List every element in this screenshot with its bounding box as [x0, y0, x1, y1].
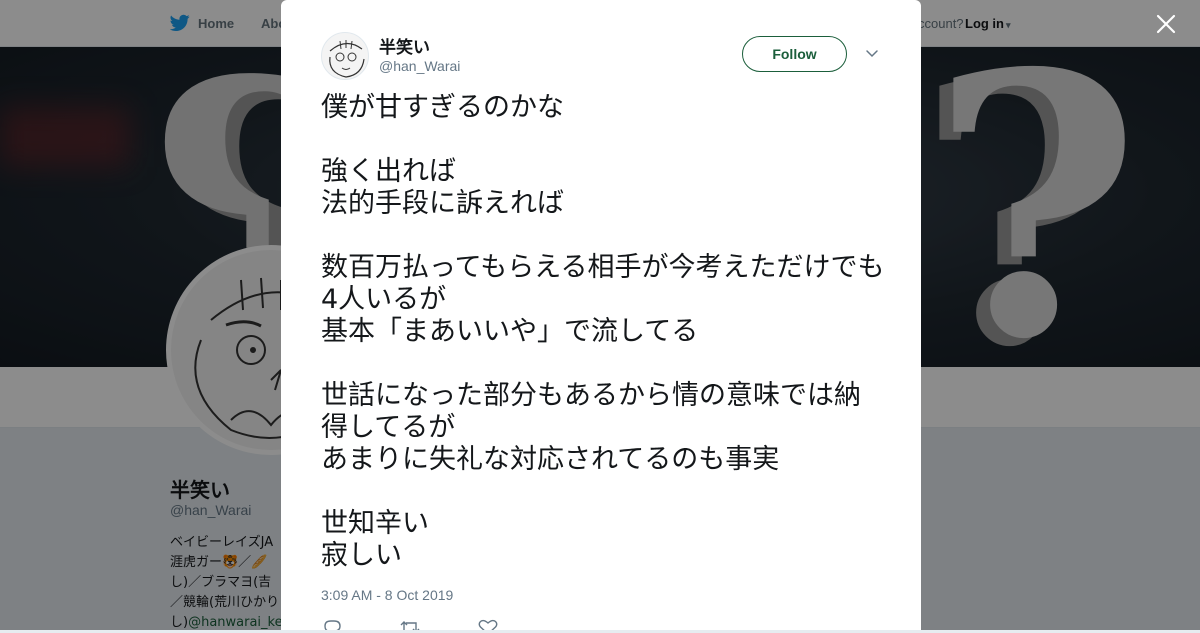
heart-icon[interactable] — [477, 618, 499, 630]
close-button[interactable] — [1152, 10, 1180, 38]
follow-button[interactable]: Follow — [742, 36, 847, 72]
tweet-text: 僕が甘すぎるのかな 強く出れば 法的手段に訴えれば 数百万払ってもらえる相手が今… — [321, 92, 885, 571]
close-icon — [1156, 14, 1176, 34]
tweet-avatar-drawing — [329, 40, 365, 78]
tweet-avatar[interactable] — [321, 32, 369, 80]
tweet-modal: 半笑い @han_Warai Follow 僕が甘すぎるのかな 強く出れば 法的… — [281, 0, 921, 630]
tweet-actions — [321, 618, 499, 630]
tweet-timestamp[interactable]: 3:09 AM - 8 Oct 2019 — [321, 587, 453, 603]
chevron-down-icon[interactable] — [865, 46, 879, 60]
tweet-author-handle[interactable]: @han_Warai — [379, 58, 460, 74]
tweet-author-name[interactable]: 半笑い — [379, 33, 430, 58]
retweet-icon[interactable] — [399, 618, 421, 630]
reply-icon[interactable] — [321, 618, 343, 630]
